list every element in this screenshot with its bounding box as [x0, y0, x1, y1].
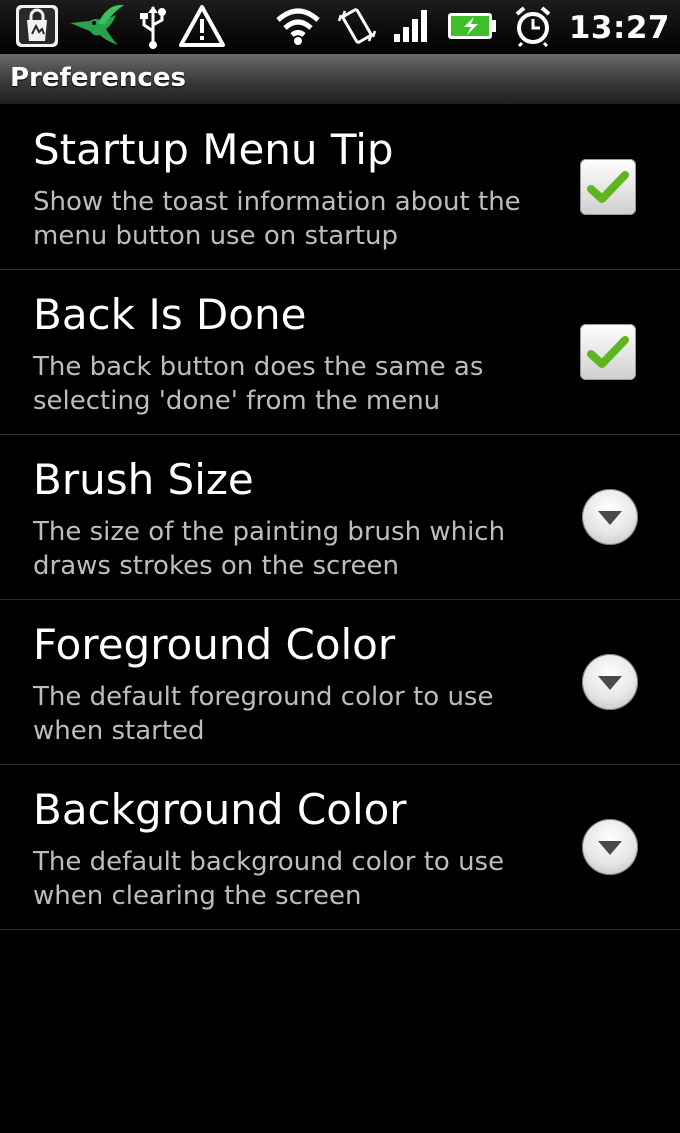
pref-title: Foreground Color [33, 620, 396, 669]
checkmark-icon [587, 336, 629, 368]
pref-title: Startup Menu Tip [33, 125, 394, 174]
pref-startup-menu-tip[interactable]: Startup Menu Tip Show the toast informat… [0, 105, 680, 270]
foreground-color-dropdown[interactable] [582, 654, 638, 710]
pref-title: Brush Size [33, 455, 254, 504]
page-title: Preferences [10, 63, 186, 93]
chevron-down-icon [598, 511, 622, 525]
pref-summary: Show the toast information about the men… [33, 187, 521, 251]
clock: 13:27 [568, 10, 670, 46]
chevron-down-icon [598, 676, 622, 690]
alarm-icon [513, 5, 553, 51]
battery-charging-icon [447, 10, 497, 46]
background-color-dropdown[interactable] [582, 819, 638, 875]
title-bar: Preferences [0, 54, 680, 105]
warning-icon [178, 3, 226, 53]
signal-icon [393, 8, 431, 48]
pref-brush-size[interactable]: Brush Size The size of the painting brus… [0, 435, 680, 600]
brush-size-dropdown[interactable] [582, 489, 638, 545]
back-is-done-checkbox[interactable] [580, 324, 636, 380]
pref-foreground-color[interactable]: Foreground Color The default foreground … [0, 600, 680, 765]
checkmark-icon [587, 171, 629, 203]
status-bar: 13:27 [0, 0, 680, 54]
vibrate-icon [337, 5, 377, 51]
pref-summary: The size of the painting brush which dra… [33, 517, 506, 581]
usb-icon [136, 3, 170, 53]
preferences-list: Startup Menu Tip Show the toast informat… [0, 105, 680, 930]
wifi-icon [275, 6, 321, 50]
pref-title: Back Is Done [33, 290, 307, 339]
pref-summary: The default background color to use when… [33, 847, 505, 911]
hummingbird-icon [68, 1, 128, 55]
market-bag-icon [14, 3, 60, 53]
pref-background-color[interactable]: Background Color The default background … [0, 765, 680, 930]
chevron-down-icon [598, 841, 622, 855]
pref-summary: The default foreground color to use when… [33, 682, 494, 746]
pref-summary: The back button does the same as selecti… [33, 352, 484, 416]
startup-menu-tip-checkbox[interactable] [580, 159, 636, 215]
pref-title: Background Color [33, 785, 407, 834]
pref-back-is-done[interactable]: Back Is Done The back button does the sa… [0, 270, 680, 435]
